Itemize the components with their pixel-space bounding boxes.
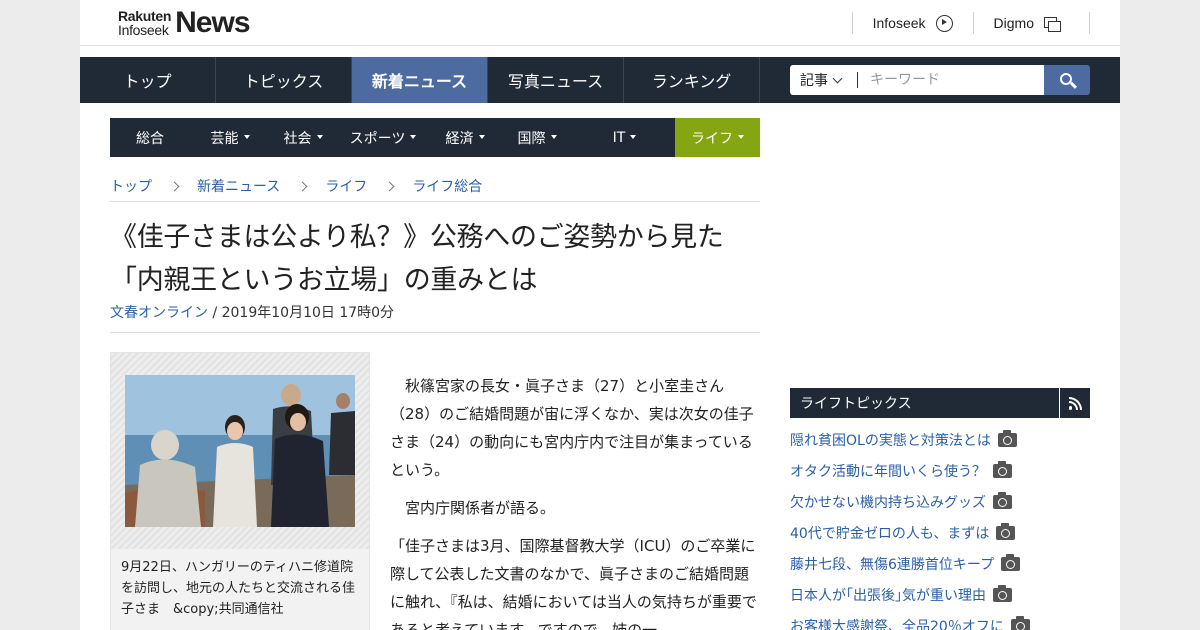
article-paragraph: 宮内庁関係者が語る。 xyxy=(405,499,556,517)
chevron-right-icon xyxy=(384,181,395,191)
article-date: / 2019年10月10日 17時0分 xyxy=(212,305,395,321)
photo-illustration xyxy=(125,375,355,527)
divider xyxy=(110,332,760,333)
photo-caption: 9月22日、ハンガリーのティハニ修道院を訪問し、地元の人たちと交流される佳子さま… xyxy=(121,560,356,617)
camera-icon xyxy=(1010,615,1030,630)
mainnav-item-topics[interactable]: トピックス xyxy=(216,57,352,103)
cat-item-international[interactable]: 国際 xyxy=(500,118,574,157)
cat-item-entertainment[interactable]: 芸能 xyxy=(190,118,270,157)
dropdown-triangle-icon xyxy=(550,134,557,139)
article-paragraph: 「佳子さまは3月、国際基督教大学（ICU）のご卒業に際して公表した文書のなかで、… xyxy=(390,537,757,630)
main-nav: トップ トピックス 新着ニュース 写真ニュース ランキング 記事 xyxy=(80,57,1120,103)
logo-infoseek: Infoseek xyxy=(118,22,169,38)
dropdown-triangle-icon xyxy=(630,134,637,139)
article-photo[interactable] xyxy=(125,375,355,527)
breadcrumb-life-general[interactable]: ライフ総合 xyxy=(412,176,482,196)
camera-icon xyxy=(996,522,1016,540)
life-topics-title: ライフトピックス xyxy=(790,388,1060,418)
mainnav-item-latest[interactable]: 新着ニュース xyxy=(352,57,488,103)
logo-rakuten: Rakuten xyxy=(118,8,172,24)
mainnav-item-top[interactable]: トップ xyxy=(80,57,216,103)
camera-icon xyxy=(993,491,1012,509)
article-title: 《佳子さまは公より私？》公務へのご姿勢から見た「内親王というお立場」の重みとは xyxy=(110,222,724,296)
camera-icon xyxy=(993,460,1012,478)
cat-item-it[interactable]: IT xyxy=(574,118,675,157)
search-type-select[interactable]: 記事 xyxy=(790,65,858,95)
cat-item-general[interactable]: 総合 xyxy=(110,118,190,157)
top-links: Infoseek Digmo xyxy=(851,12,1090,34)
dropdown-triangle-icon xyxy=(410,134,417,139)
article-source-link[interactable]: 文春オンライン xyxy=(110,305,208,321)
dropdown-triangle-icon xyxy=(478,134,485,139)
cat-item-sports[interactable]: スポーツ xyxy=(336,118,430,157)
breadcrumb: トップ 新着ニュース ライフ ライフ総合 xyxy=(110,176,482,196)
camera-icon xyxy=(997,429,1017,447)
logo-news: News xyxy=(175,6,250,39)
dropdown-triangle-icon xyxy=(243,134,250,139)
chevron-down-icon xyxy=(832,73,843,83)
article-body: 秋篠宮家の長女・眞子さま（27）と小室圭さん（28）のご結婚問題が宙に浮くなか、… xyxy=(390,372,760,630)
chevron-right-icon xyxy=(169,181,180,191)
cat-item-society[interactable]: 社会 xyxy=(270,118,336,157)
breadcrumb-top[interactable]: トップ xyxy=(110,176,152,196)
rss-icon xyxy=(1068,396,1082,410)
window-icon xyxy=(1044,16,1061,32)
article-paragraph: 秋篠宮家の長女・眞子さま（27）と小室圭さん（28）のご結婚問題が宙に浮くなか、… xyxy=(390,377,754,479)
top-header: Rakuten Infoseek News Infoseek Digmo xyxy=(80,0,1120,46)
camera-icon xyxy=(1001,553,1021,571)
page: Rakuten Infoseek News Infoseek Digmo トップ… xyxy=(80,0,1120,630)
list-item[interactable]: 隠れ貧困OLの実態と対策法とは xyxy=(790,424,1090,455)
site-logo[interactable]: Rakuten Infoseek News xyxy=(118,6,251,39)
list-item[interactable]: オタク活動に年間いくら使う？ xyxy=(790,455,1090,486)
cat-item-economy[interactable]: 経済 xyxy=(430,118,500,157)
list-item[interactable]: 日本人が｢出張後｣気が重い理由 xyxy=(790,579,1090,610)
circle-arrow-icon xyxy=(935,14,953,32)
life-topics-header: ライフトピックス xyxy=(790,388,1090,418)
dropdown-triangle-icon xyxy=(316,134,323,139)
photo-figure: 9月22日、ハンガリーのティハニ修道院を訪問し、地元の人たちと交流される佳子さま… xyxy=(110,352,370,630)
list-item[interactable]: 40代で貯金ゼロの人も、まずは xyxy=(790,517,1090,548)
search-bar: 記事 xyxy=(790,65,1090,95)
article-byline: 文春オンライン / 2019年10月10日 17時0分 xyxy=(110,302,394,322)
rss-button[interactable] xyxy=(1060,388,1090,418)
camera-icon xyxy=(993,584,1012,602)
breadcrumb-latest[interactable]: 新着ニュース xyxy=(197,176,280,196)
infoseek-link[interactable]: Infoseek xyxy=(851,12,973,34)
list-item[interactable]: お客様大感謝祭、全品20％オフに xyxy=(790,610,1090,630)
mainnav-item-photo[interactable]: 写真ニュース xyxy=(488,57,624,103)
dropdown-triangle-icon xyxy=(738,134,744,139)
digmo-link[interactable]: Digmo xyxy=(972,12,1090,34)
search-icon xyxy=(1059,72,1072,85)
life-topics-list: 隠れ貧困OLの実態と対策法とは オタク活動に年間いくら使う？ 欠かせない機内持ち… xyxy=(790,424,1090,630)
cat-item-life[interactable]: ライフ xyxy=(675,118,760,157)
breadcrumb-life[interactable]: ライフ xyxy=(325,176,367,196)
search-button[interactable] xyxy=(1044,65,1090,95)
divider xyxy=(110,201,760,202)
chevron-right-icon xyxy=(297,181,308,191)
category-nav: 総合 芸能 社会 スポーツ 経済 国際 IT ライフ xyxy=(110,118,760,157)
list-item[interactable]: 欠かせない機内持ち込みグッズ xyxy=(790,486,1090,517)
list-item[interactable]: 藤井七段、無傷6連勝首位キープ xyxy=(790,548,1090,579)
search-input[interactable] xyxy=(858,65,1044,95)
mainnav-item-ranking[interactable]: ランキング xyxy=(624,57,760,103)
